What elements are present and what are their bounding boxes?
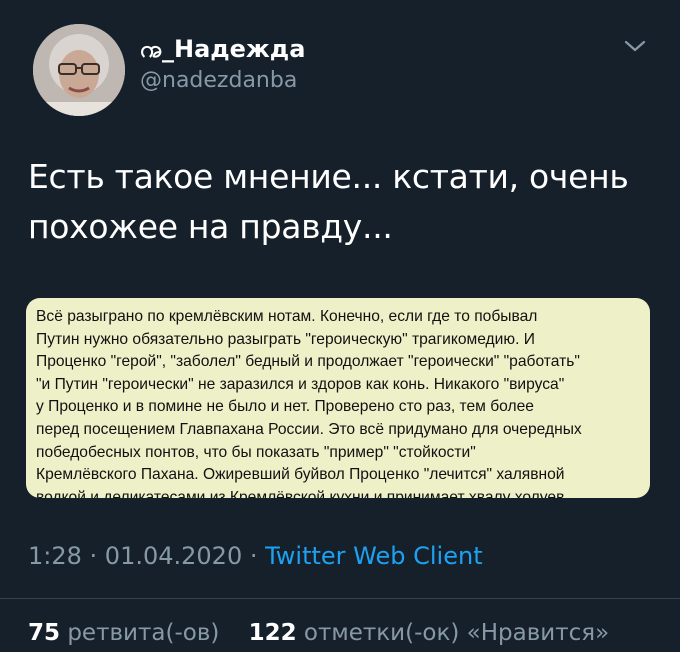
likes-count: 122 <box>248 620 297 646</box>
tweet-stats: 75 ретвита(-ов) 122 отметки(-ок) «Нравит… <box>28 620 609 646</box>
tweet-image[interactable]: Всё разыграно по кремлёвским нотам. Коне… <box>26 298 650 498</box>
tweet-date[interactable]: 01.04.2020 <box>105 542 242 570</box>
meta-separator: · <box>81 542 105 570</box>
image-text-line: победобесных понтов, что бы показать "пр… <box>36 443 476 461</box>
divider <box>0 598 680 599</box>
chevron-down-icon[interactable] <box>620 36 650 56</box>
avatar[interactable] <box>33 24 125 116</box>
tweet-source-link[interactable]: Twitter Web Client <box>265 542 483 570</box>
tweet-text: Есть такое мнение... кстати, очень похож… <box>28 152 648 252</box>
image-text-line: Проценко "герой", "заболел" бедный и про… <box>36 353 580 371</box>
image-text-line: перед посещением Главпахана России. Это … <box>36 420 582 438</box>
tweet-text-line: Есть такое мнение... кстати, очень <box>28 157 629 196</box>
retweets-stat[interactable]: 75 ретвита(-ов) <box>28 620 219 646</box>
image-text-line: "и Путин "героически" не заразился и здо… <box>36 375 565 393</box>
image-text-line: Путин нужно обязательно разыграть "герои… <box>36 330 535 348</box>
image-text-line: Кремлёвского Пахана. Ожиревший буйвол Пр… <box>36 466 565 484</box>
likes-label: отметки(-ок) «Нравится» <box>296 620 610 646</box>
image-text-line: у Проценко и в помине не было и нет. Про… <box>36 398 534 416</box>
retweets-label: ретвита(-ов) <box>60 620 220 646</box>
display-name[interactable]: ꩠ_Надежда <box>140 33 305 69</box>
likes-stat[interactable]: 122 отметки(-ок) «Нравится» <box>249 620 610 646</box>
meta-separator: · <box>242 542 266 570</box>
tweet-time[interactable]: 1:28 <box>28 542 82 570</box>
tweet-text-line: похожее на правду... <box>28 207 393 246</box>
user-handle[interactable]: @nadezdanba <box>140 68 297 93</box>
image-text-line: водкой и деликатесами из Кремлёвской кух… <box>36 488 569 498</box>
avatar-photo <box>33 24 125 116</box>
retweets-count: 75 <box>28 620 61 646</box>
image-text-line: Всё разыграно по кремлёвским нотам. Коне… <box>36 308 538 325</box>
tweet-meta: 1:28 · 01.04.2020 · Twitter Web Client <box>28 542 483 570</box>
